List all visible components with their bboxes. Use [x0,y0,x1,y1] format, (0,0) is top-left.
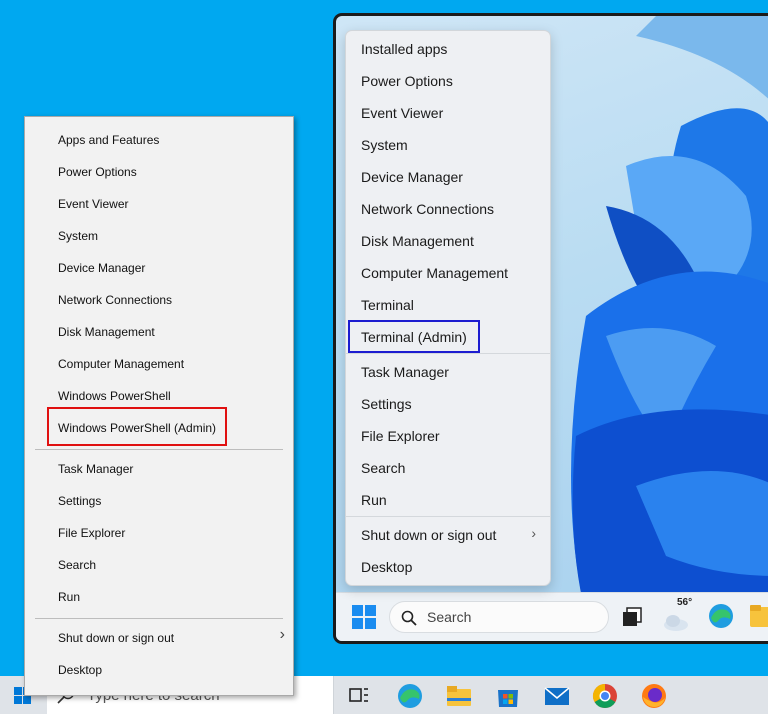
task-view-icon[interactable] [346,683,372,709]
menu-item-device-manager[interactable]: Device Manager [361,167,463,187]
menu-item-file-explorer[interactable]: File Explorer [58,523,125,543]
menu-item-event-viewer[interactable]: Event Viewer [58,194,128,214]
menu-item-settings[interactable]: Settings [58,491,101,511]
menu-item-system[interactable]: System [361,135,408,155]
menu-item-windows-powershell[interactable]: Windows PowerShell [58,386,171,406]
submenu-chevron-icon: › [279,626,285,643]
edge-icon[interactable] [397,683,423,709]
windows11-taskbar: Search 56° [336,592,768,641]
menu-item-power-options[interactable]: Power Options [58,162,137,182]
menu-item-system[interactable]: System [58,226,98,246]
chrome-icon[interactable] [592,683,618,709]
search-label: Search [427,609,472,625]
menu-item-shut-down-or-sign-out[interactable]: Shut down or sign out [58,628,174,648]
menu-item-device-manager[interactable]: Device Manager [58,258,145,278]
menu-item-disk-management[interactable]: Disk Management [58,322,155,342]
submenu-chevron-icon: › [531,525,536,541]
menu-item-terminal[interactable]: Terminal [361,295,414,315]
mail-icon[interactable] [544,683,570,709]
menu-item-settings[interactable]: Settings [361,394,412,414]
menu-item-disk-management[interactable]: Disk Management [361,231,474,251]
menu-separator [35,618,283,619]
task-view-icon[interactable] [621,606,643,628]
menu-item-shut-down-or-sign-out[interactable]: Shut down or sign out [361,525,496,545]
menu-item-desktop[interactable]: Desktop [58,660,102,680]
highlight-box-powershell-admin [47,407,227,446]
weather-widget[interactable]: 56° [661,597,695,635]
weather-temperature: 56° [677,597,693,608]
menu-item-installed-apps[interactable]: Installed apps [361,39,447,59]
menu-item-desktop[interactable]: Desktop [361,557,412,577]
menu-item-computer-management[interactable]: Computer Management [58,354,184,374]
windows10-power-user-menu: Apps and Features Power Options Event Vi… [24,116,294,696]
store-icon[interactable] [495,683,521,709]
firefox-icon[interactable] [641,683,667,709]
menu-item-run[interactable]: Run [361,490,387,510]
menu-separator [35,449,283,450]
menu-separator [346,353,550,354]
weather-icon [664,615,688,631]
menu-item-task-manager[interactable]: Task Manager [361,362,449,382]
highlight-box-terminal-admin [348,320,480,353]
taskbar-search-box[interactable]: Search [389,601,609,633]
edge-icon[interactable] [708,603,734,629]
menu-item-search[interactable]: Search [58,555,96,575]
search-icon [401,610,417,626]
menu-separator [346,516,550,517]
menu-item-network-connections[interactable]: Network Connections [58,290,172,310]
menu-item-event-viewer[interactable]: Event Viewer [361,103,443,123]
file-explorer-icon[interactable] [750,605,768,627]
windows-start-icon[interactable] [352,605,376,629]
menu-item-file-explorer[interactable]: File Explorer [361,426,440,446]
menu-item-computer-management[interactable]: Computer Management [361,263,508,283]
menu-item-apps-and-features[interactable]: Apps and Features [58,130,159,150]
menu-item-run[interactable]: Run [58,587,80,607]
menu-item-search[interactable]: Search [361,458,405,478]
windows11-power-user-menu: Installed apps Power Options Event Viewe… [345,30,551,586]
file-explorer-icon[interactable] [446,683,472,709]
menu-item-network-connections[interactable]: Network Connections [361,199,494,219]
menu-item-task-manager[interactable]: Task Manager [58,459,133,479]
menu-item-power-options[interactable]: Power Options [361,71,453,91]
